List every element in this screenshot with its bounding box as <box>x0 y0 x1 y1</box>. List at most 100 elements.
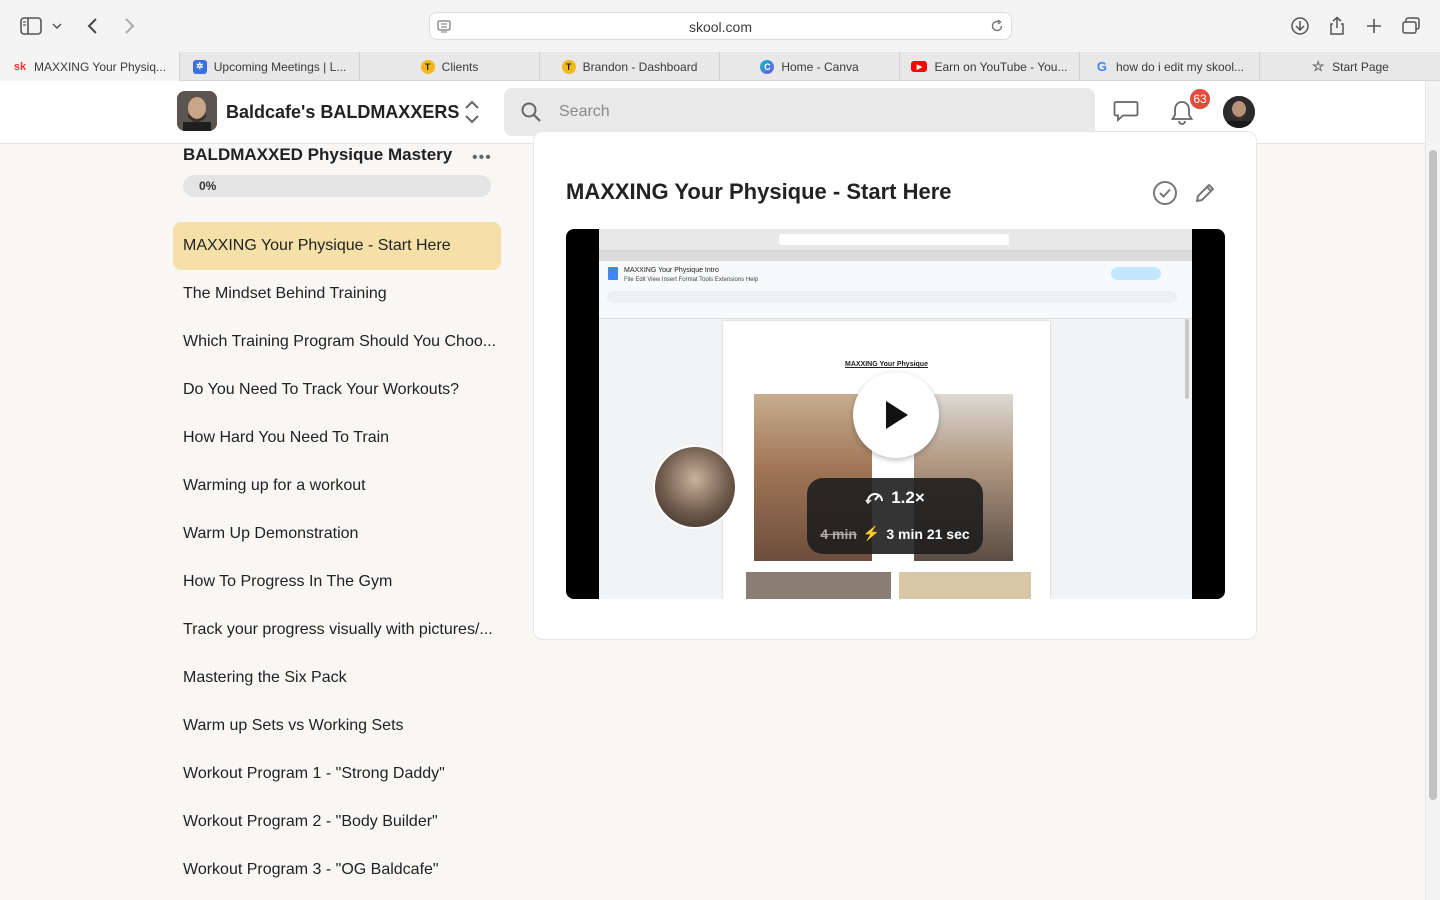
tab-label: Clients <box>441 59 479 74</box>
tab-label: Start Page <box>1332 59 1389 74</box>
doc-ruler <box>599 313 1192 319</box>
star-icon: ☆ <box>1311 58 1325 74</box>
chevron-down-icon[interactable] <box>46 13 68 39</box>
tab-youtube[interactable]: ▶ Earn on YouTube - You... <box>900 52 1080 81</box>
lesson-label: Which Training Program Should You Choo..… <box>183 333 497 350</box>
lesson-label: How Hard You Need To Train <box>183 429 390 446</box>
canva-favicon-icon: C <box>760 59 775 74</box>
original-duration: 4 min <box>820 525 857 542</box>
speed-value: 1.2× <box>891 488 925 507</box>
fast-duration: 3 min 21 sec <box>886 525 970 542</box>
edit-pencil-icon[interactable] <box>1193 181 1217 210</box>
sidebar-toggle-icon[interactable] <box>18 13 44 39</box>
lesson-item[interactable]: Do You Need To Track Your Workouts? <box>173 366 501 414</box>
play-button[interactable] <box>853 372 939 458</box>
tab-google-search[interactable]: G how do i edit my skool... <box>1080 52 1260 81</box>
page-scrollbar-thumb[interactable] <box>1429 150 1437 800</box>
thumbnail-scrollbar <box>1185 319 1189 399</box>
group-name[interactable]: Baldcafe's BALDMAXXERS <box>226 102 459 123</box>
lesson-item[interactable]: Which Training Program Should You Choo..… <box>173 318 501 366</box>
skool-favicon-icon: sk <box>13 60 27 73</box>
new-tab-icon[interactable] <box>1361 13 1387 39</box>
more-options-icon[interactable]: ••• <box>472 149 492 167</box>
tab-label: Earn on YouTube - You... <box>934 59 1068 74</box>
presenter-webcam-bubble <box>653 445 737 529</box>
lesson-item[interactable]: How To Progress In The Gym <box>173 558 501 606</box>
back-icon[interactable] <box>80 13 106 39</box>
thumbnail-browser-bar <box>599 229 1192 251</box>
group-switcher-icon[interactable] <box>462 99 482 125</box>
tab-clients[interactable]: T Clients <box>360 52 540 81</box>
tab-brandon-dashboard[interactable]: T Brandon - Dashboard <box>540 52 720 81</box>
lesson-label: Warming up for a workout <box>183 477 366 494</box>
lesson-label: Mastering the Six Pack <box>183 669 347 686</box>
notification-badge[interactable]: 63 <box>1188 87 1212 111</box>
video-player[interactable]: MAXXING Your Physique Intro File Edit Vi… <box>566 229 1225 599</box>
tab-start-page[interactable]: ☆ Start Page <box>1260 52 1440 81</box>
address-bar[interactable]: skool.com <box>429 12 1012 40</box>
browser-toolbar: skool.com <box>0 0 1440 52</box>
tab-bar: sk MAXXING Your Physiq... ✲ Upcoming Mee… <box>0 52 1440 81</box>
search-icon <box>520 101 542 128</box>
tab-overview-icon[interactable] <box>1398 13 1424 39</box>
progress-photo <box>746 572 891 599</box>
lesson-item[interactable]: Workout Program 3 - "OG Baldcafe" <box>173 846 501 894</box>
speed-gauge-icon <box>865 493 884 505</box>
lesson-item[interactable]: Workout Program 2 - "Body Builder" <box>173 798 501 846</box>
doc-name: MAXXING Your Physique Intro <box>624 267 719 274</box>
tab-maxxing[interactable]: sk MAXXING Your Physiq... <box>0 52 180 81</box>
lesson-label: Workout Program 3 - "OG Baldcafe" <box>183 861 439 878</box>
progress-label: 0% <box>199 179 217 193</box>
mark-complete-icon[interactable] <box>1152 180 1178 211</box>
group-avatar[interactable] <box>177 91 217 131</box>
play-icon <box>886 401 908 429</box>
chat-icon[interactable] <box>1113 100 1139 127</box>
downloads-icon[interactable] <box>1287 13 1313 39</box>
trainerize-favicon-icon: T <box>420 59 435 74</box>
lesson-label: How To Progress In The Gym <box>183 573 393 590</box>
tab-label: Upcoming Meetings | L... <box>213 59 347 74</box>
trainerize-favicon-icon: T <box>561 59 576 74</box>
google-docs-icon <box>608 267 618 280</box>
progress-photo <box>899 572 1031 599</box>
gear-favicon-icon: ✲ <box>192 59 207 74</box>
doc-share-button <box>1111 267 1161 280</box>
lesson-list: MAXXING Your Physique - Start Here The M… <box>173 222 501 894</box>
lesson-item[interactable]: Track your progress visually with pictur… <box>173 606 501 654</box>
course-title: BALDMAXXED Physique Mastery <box>183 145 453 164</box>
lightning-icon: ⚡ <box>862 525 881 541</box>
lesson-label: The Mindset Behind Training <box>183 285 387 302</box>
lesson-item[interactable]: Workout Program 1 - "Strong Daddy" <box>173 750 501 798</box>
lesson-label: Track your progress visually with pictur… <box>183 621 493 638</box>
lesson-item[interactable]: Warm up Sets vs Working Sets <box>173 702 501 750</box>
lesson-item[interactable]: Warming up for a workout <box>173 462 501 510</box>
playback-speed-badge[interactable]: 1.2× 4 min ⚡ 3 min 21 sec <box>807 478 983 554</box>
lesson-item[interactable]: Mastering the Six Pack <box>173 654 501 702</box>
user-avatar[interactable] <box>1223 96 1255 128</box>
lesson-item[interactable]: The Mindset Behind Training <box>173 270 501 318</box>
tab-label: Brandon - Dashboard <box>582 59 698 74</box>
tab-label: Home - Canva <box>781 59 859 74</box>
lesson-label: Do You Need To Track Your Workouts? <box>183 381 460 398</box>
lesson-title: MAXXING Your Physique - Start Here <box>566 179 952 204</box>
lesson-label: Workout Program 2 - "Body Builder" <box>183 813 438 830</box>
doc-heading: MAXXING Your Physique <box>845 361 928 368</box>
lesson-item[interactable]: MAXXING Your Physique - Start Here <box>173 222 501 270</box>
lesson-label: MAXXING Your Physique - Start Here <box>183 237 451 254</box>
search-input[interactable] <box>559 100 1059 124</box>
youtube-favicon-icon: ▶ <box>911 61 928 72</box>
search-bar[interactable] <box>504 88 1095 136</box>
lesson-item[interactable]: How Hard You Need To Train <box>173 414 501 462</box>
google-favicon-icon: G <box>1096 59 1108 74</box>
share-icon[interactable] <box>1324 13 1350 39</box>
lesson-label: Warm up Sets vs Working Sets <box>183 717 404 734</box>
lesson-item[interactable]: Warm Up Demonstration <box>173 510 501 558</box>
doc-menu: File Edit View Insert Format Tools Exten… <box>624 277 759 283</box>
course-progress-bar: 0% <box>183 175 491 197</box>
tab-upcoming-meetings[interactable]: ✲ Upcoming Meetings | L... <box>180 52 360 81</box>
lesson-label: Workout Program 1 - "Strong Daddy" <box>183 765 445 782</box>
forward-icon[interactable] <box>116 13 142 39</box>
tab-label: how do i edit my skool... <box>1115 59 1245 74</box>
tab-canva[interactable]: C Home - Canva <box>720 52 900 81</box>
reload-icon[interactable] <box>989 18 1005 39</box>
